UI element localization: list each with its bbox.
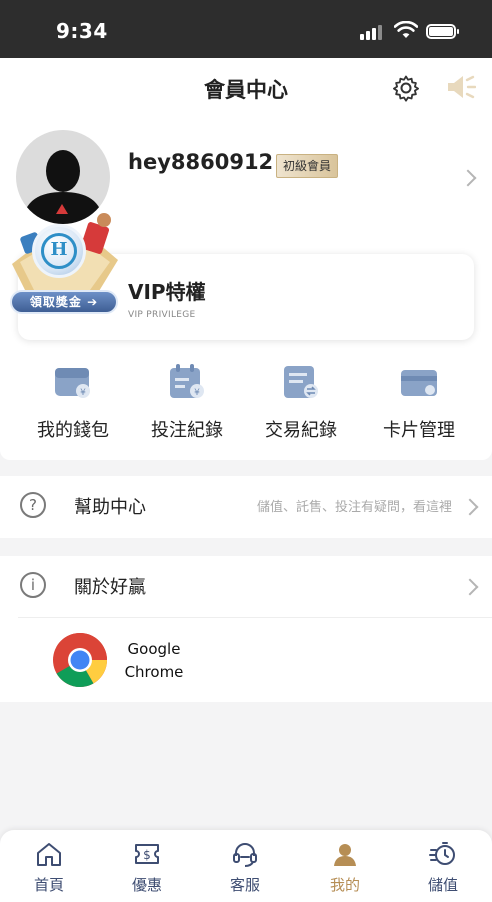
status-bar: 9:34 (0, 0, 492, 58)
tab-home[interactable]: 首頁 (0, 830, 98, 902)
quick-menu: ¥ 我的錢包 ¥ 投注紀錄 交易紀錄 卡片管理 (0, 360, 492, 450)
tab-home-label: 首頁 (33, 876, 64, 894)
help-section: ? 幫助中心 儲值、託售、投注有疑問，看這裡 (0, 476, 492, 538)
help-center-label: 幫助中心 (74, 497, 146, 518)
card-icon (401, 370, 437, 396)
announcement-speaker-icon[interactable] (446, 74, 476, 100)
svg-text:¥: ¥ (194, 388, 200, 398)
info-circle-icon: i (20, 572, 46, 598)
tab-customer-service[interactable]: 客服 (196, 830, 294, 902)
vip-title: VIP特權 (128, 280, 206, 304)
svg-text:$: $ (143, 848, 151, 862)
question-circle-icon: ? (20, 492, 46, 518)
quick-bet-record[interactable]: ¥ 投注紀錄 (132, 360, 242, 450)
about-row[interactable]: i 關於好贏 (0, 556, 492, 616)
tab-deposit-label: 儲值 (427, 876, 458, 894)
status-time: 9:34 (56, 19, 108, 43)
tab-promotions-label: 優惠 (131, 876, 162, 894)
help-center-hint: 儲值、託售、投注有疑問，看這裡 (256, 500, 452, 515)
battery-icon (426, 24, 459, 39)
tab-my-account[interactable]: 我的 (296, 830, 394, 902)
deposit-icon (429, 842, 455, 865)
tab-promotions[interactable]: $ 優惠 (98, 830, 196, 902)
home-icon (37, 843, 61, 866)
chrome-label-line2: Chrome (124, 663, 184, 681)
app-header: 會員中心 (0, 58, 492, 120)
quick-card-label: 卡片管理 (383, 420, 455, 441)
quick-card-management[interactable]: 卡片管理 (364, 360, 474, 450)
profile-icon (334, 844, 356, 866)
transaction-icon (284, 366, 318, 398)
about-label: 關於好贏 (74, 577, 146, 598)
help-center-row[interactable]: ? 幫助中心 儲值、託售、投注有疑問，看這裡 (0, 476, 492, 536)
brand-coin-icon: H (32, 224, 86, 278)
member-level-badge: 初級會員 (276, 154, 339, 178)
google-chrome-label[interactable]: Google Chrome (108, 638, 200, 684)
headset-icon (233, 843, 257, 867)
help-chevron-right-icon (461, 498, 479, 516)
quick-transaction-record[interactable]: 交易紀錄 (246, 360, 356, 450)
google-chrome-icon[interactable] (52, 632, 108, 688)
chrome-label-line1: Google (127, 640, 181, 658)
vip-subtitle: VIP PRIVILEGE (128, 310, 196, 320)
profile-chevron-right-icon[interactable] (459, 169, 477, 187)
quick-bet-record-label: 投注紀錄 (151, 420, 223, 441)
cellular-signal-icon (360, 24, 384, 40)
profile-section: hey8860912 初級會員 VIP特權 VIP PRIVILEGE H 領取… (0, 120, 492, 460)
wifi-icon (394, 21, 418, 38)
tab-customer-service-label: 客服 (229, 876, 260, 894)
quick-wallet[interactable]: ¥ 我的錢包 (18, 360, 128, 450)
claim-bonus-promo[interactable]: H 領取獎金 ➔ (6, 198, 124, 322)
bet-record-icon: ¥ (170, 364, 204, 398)
quick-wallet-label: 我的錢包 (37, 420, 109, 441)
bottom-tab-bar: 首頁 $ 優惠 客服 我的 儲值 (0, 830, 492, 902)
wallet-icon: ¥ (55, 368, 90, 398)
tab-my-account-label: 我的 (329, 876, 360, 894)
tab-deposit[interactable]: 儲值 (394, 830, 492, 902)
divider (18, 617, 492, 618)
claim-bonus-label: 領取獎金 (29, 295, 82, 309)
about-chevron-right-icon (461, 578, 479, 596)
username: hey8860912 (128, 150, 274, 174)
claim-bonus-button[interactable]: 領取獎金 ➔ (10, 290, 118, 314)
coupon-icon: $ (135, 844, 159, 864)
quick-transaction-label: 交易紀錄 (265, 420, 337, 441)
settings-gear-icon[interactable] (392, 74, 420, 102)
svg-text:¥: ¥ (80, 388, 86, 398)
